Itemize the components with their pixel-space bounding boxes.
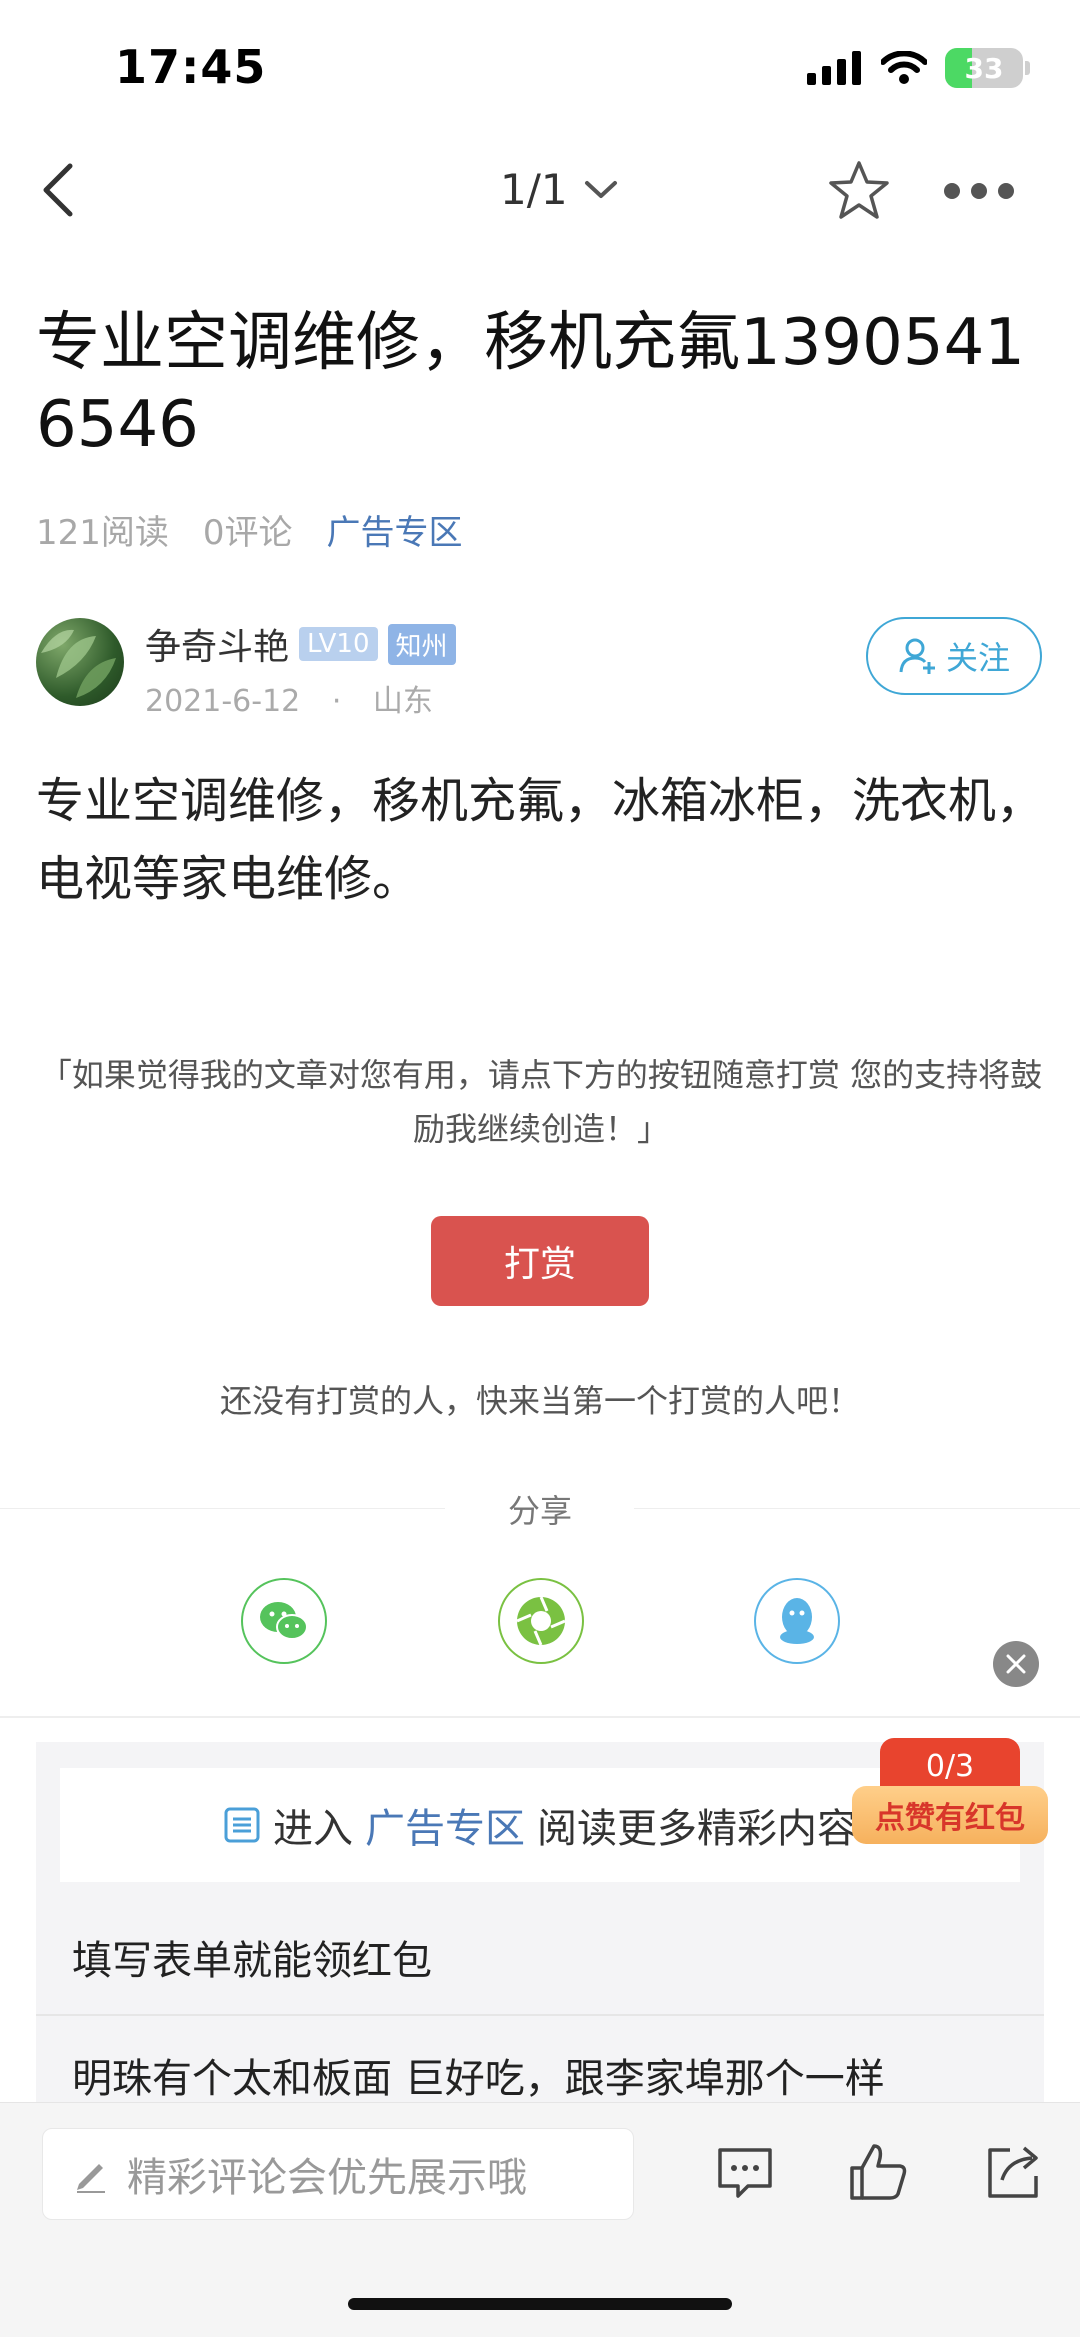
- page-selector[interactable]: 1/1: [500, 165, 618, 214]
- redpack-badge[interactable]: 0/3 点赞有红包: [852, 1738, 1048, 1844]
- qq-icon[interactable]: [754, 1578, 840, 1664]
- star-icon[interactable]: [826, 158, 892, 224]
- redpack-label: 点赞有红包: [852, 1786, 1048, 1844]
- article-meta: 121阅读 0评论 广告专区: [36, 505, 463, 554]
- author-name[interactable]: 争奇斗艳: [145, 618, 289, 670]
- status-time: 17:45: [115, 40, 267, 94]
- related-more: 阅读更多精彩内容: [537, 1806, 857, 1852]
- page-title: 专业空调维修，移机充氟13905416546: [36, 306, 1026, 462]
- post-location: 山东: [372, 684, 433, 719]
- add-user-icon: [899, 638, 935, 674]
- list-item[interactable]: 填写表单就能领红包: [36, 1900, 1044, 2014]
- related-enter: 进入: [273, 1806, 353, 1852]
- home-indicator[interactable]: [348, 2298, 732, 2310]
- wifi-icon: [881, 51, 927, 84]
- list-icon: [224, 1807, 260, 1843]
- author-subline: 2021-6-12 · 山东: [145, 676, 433, 720]
- wechat-icon[interactable]: [241, 1578, 327, 1664]
- page-indicator: 1/1: [500, 165, 568, 214]
- divider: [0, 1716, 1080, 1718]
- share-label: 分享: [507, 1492, 572, 1530]
- chevron-down-icon: [584, 180, 617, 198]
- area-badge: 知州: [387, 623, 456, 665]
- level-badge: LV10: [299, 627, 378, 661]
- avatar[interactable]: [36, 618, 124, 706]
- meta-separator: ·: [331, 684, 342, 719]
- status-icons: 33: [807, 48, 1030, 88]
- like-icon[interactable]: [846, 2140, 912, 2206]
- comment-input[interactable]: 精彩评论会优先展示哦: [42, 2128, 634, 2220]
- share-icon[interactable]: [980, 2140, 1046, 2206]
- read-count: 121阅读: [36, 513, 169, 553]
- reward-button[interactable]: 打赏: [431, 1216, 649, 1306]
- comment-placeholder: 精彩评论会优先展示哦: [127, 2155, 527, 2201]
- close-icon[interactable]: [993, 1641, 1039, 1687]
- category-link[interactable]: 广告专区: [327, 505, 463, 554]
- comment-icon[interactable]: [712, 2140, 778, 2206]
- post-date: 2021-6-12: [145, 684, 301, 719]
- comment-count: 0评论: [202, 513, 293, 553]
- related-category[interactable]: 广告专区: [365, 1796, 525, 1854]
- battery-icon: 33: [945, 48, 1023, 88]
- signal-icon: [807, 51, 861, 85]
- follow-button[interactable]: 关注: [866, 617, 1042, 695]
- reward-note: 「如果觉得我的文章对您有用，请点下方的按钮随意打赏 您的支持将鼓励我继续创造！」: [39, 1056, 1043, 1148]
- article-body: 专业空调维修，移机充氟，冰箱冰柜，洗衣机，电视等家电维修。: [36, 773, 1045, 907]
- battery-level: 33: [964, 51, 1004, 85]
- reward-empty-text: 还没有打赏的人，快来当第一个打赏的人吧！: [219, 1382, 860, 1420]
- edit-icon: [77, 2164, 105, 2193]
- author-info: 争奇斗艳 LV10 知州: [145, 618, 456, 670]
- back-icon[interactable]: [38, 160, 78, 220]
- follow-label: 关注: [945, 639, 1010, 677]
- moments-icon[interactable]: [498, 1578, 584, 1664]
- more-icon[interactable]: [944, 180, 1014, 202]
